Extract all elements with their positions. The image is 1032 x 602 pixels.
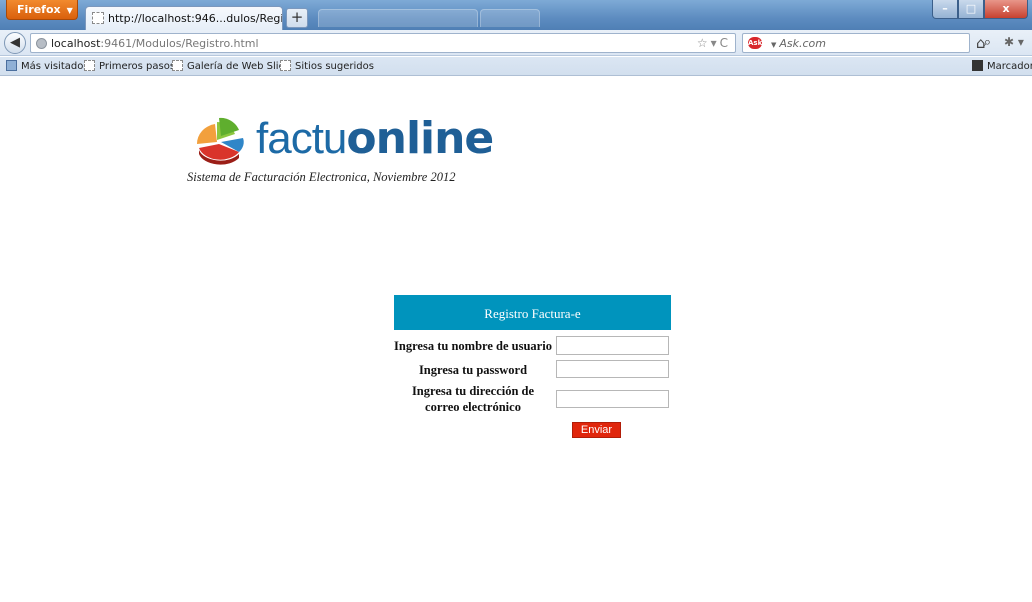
bookmark-mas-visitados[interactable]: Más visitados xyxy=(6,60,89,72)
close-button[interactable]: x xyxy=(984,0,1028,19)
bookmark-primeros-pasos[interactable]: Primeros pasos xyxy=(84,60,175,72)
url-action-icons[interactable]: ☆▾C xyxy=(697,36,731,50)
bookmarks-menu[interactable]: Marcadores xyxy=(972,60,1032,72)
bookmarks-bar: Más visitados Primeros pasos Galería de … xyxy=(0,57,1032,76)
new-tab-button[interactable]: + xyxy=(286,8,308,28)
minimize-button[interactable]: – xyxy=(932,0,958,19)
ask-logo-icon[interactable]: Ask xyxy=(748,37,762,49)
firefox-menu-button[interactable]: Firefox ▼ xyxy=(6,0,78,20)
reload-icon: C xyxy=(719,36,731,50)
tab-label: http://localhost:946...dulos/Registro.ht… xyxy=(108,12,283,25)
bookmarks-star-icon xyxy=(972,60,983,71)
navigation-bar: ◀ localhost:9461/Modulos/Registro.html ☆… xyxy=(0,30,1032,56)
background-tab[interactable] xyxy=(318,9,478,27)
password-label: Ingresa tu password xyxy=(418,363,528,377)
bookmark-folder-icon xyxy=(6,60,17,71)
username-label: Ingresa tu nombre de usuario xyxy=(394,339,552,353)
star-icon: ☆ xyxy=(696,36,711,50)
tab-registro[interactable]: http://localhost:946...dulos/Registro.ht… xyxy=(85,6,283,30)
email-input[interactable] xyxy=(556,390,669,408)
username-input[interactable] xyxy=(556,336,669,355)
email-label: Ingresa tu dirección de correo electróni… xyxy=(393,383,553,415)
search-bar[interactable]: Ask ▼ Ask.com ⌕ xyxy=(742,33,991,53)
home-icon[interactable]: ⌂ xyxy=(976,34,986,52)
form-header: Registro Factura-e xyxy=(394,295,671,330)
search-input[interactable]: ▼ Ask.com xyxy=(771,37,826,50)
window-controls: – □ x xyxy=(932,0,1028,19)
bookmark-sitios-sugeridos[interactable]: Sitios sugeridos xyxy=(280,60,374,72)
background-tab[interactable] xyxy=(480,9,540,27)
title-bar: Firefox ▼ http://localhost:946...dulos/Re… xyxy=(0,0,1032,30)
page-content: factuonline Sistema de Facturación Elect… xyxy=(0,77,1032,602)
password-input[interactable] xyxy=(556,360,669,378)
addons-icon[interactable]: ✱ ▾ xyxy=(1004,35,1024,49)
tagline: Sistema de Facturación Electronica, Novi… xyxy=(187,170,456,184)
page-icon xyxy=(280,60,291,71)
bookmark-web-slice[interactable]: Galería de Web Slice xyxy=(172,60,290,72)
brand-logo: factuonline xyxy=(256,113,494,164)
submit-button[interactable]: Enviar xyxy=(572,422,621,438)
page-icon xyxy=(172,60,183,71)
email-label-line1: Ingresa tu dirección de xyxy=(411,384,535,398)
back-arrow-icon[interactable]: ◀ xyxy=(4,32,26,54)
address-bar[interactable]: localhost:9461/Modulos/Registro.html ☆▾C xyxy=(30,33,736,53)
page-icon xyxy=(84,60,95,71)
email-label-line2: correo electrónico xyxy=(425,400,521,414)
chevron-down-icon: ▼ xyxy=(66,6,73,15)
globe-icon xyxy=(36,38,47,49)
pie-chart-logo-icon xyxy=(196,117,244,165)
dropdown-icon: ▾ xyxy=(710,36,720,50)
firefox-menu-label: Firefox xyxy=(17,3,61,16)
url-text: localhost:9461/Modulos/Registro.html xyxy=(51,37,259,50)
page-icon xyxy=(92,12,104,24)
maximize-button[interactable]: □ xyxy=(958,0,984,19)
